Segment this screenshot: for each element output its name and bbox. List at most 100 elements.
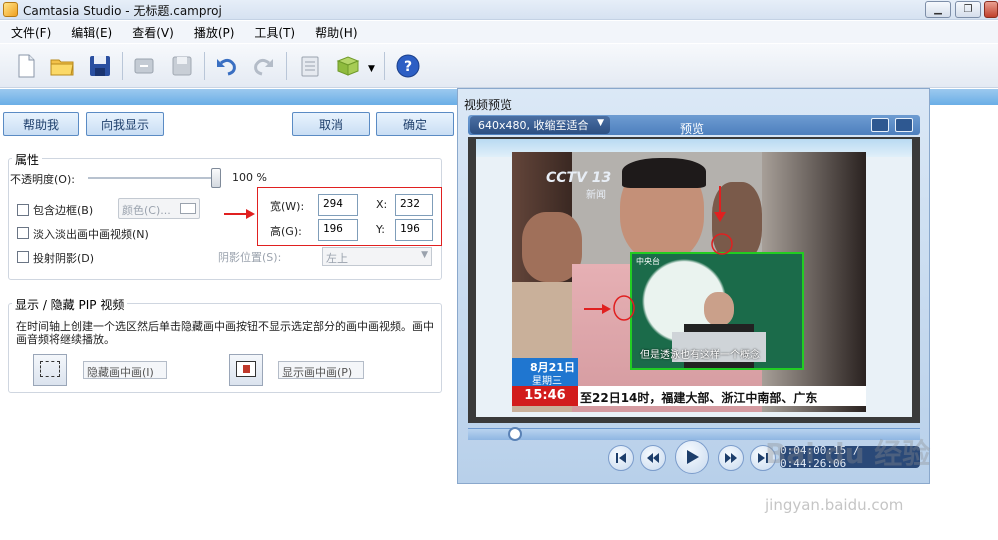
menu-view[interactable]: 查看(V) [129, 22, 177, 43]
pip-logo: 中央台 [636, 257, 660, 266]
pip-subtitle: 但是透泳也有这样一个概念 [640, 350, 760, 361]
show-pip-icon[interactable] [229, 354, 263, 386]
person-center-hair [622, 158, 706, 188]
annotation-arrow-right-icon [584, 304, 611, 314]
show-pip-label: 显示画中画(P) [282, 366, 353, 379]
video-frame: CCTV 13 新闻 8月21日 星期三 15:46 至22日14时，福建大部、… [512, 152, 866, 412]
menu-tools[interactable]: 工具(T) [251, 22, 298, 43]
opacity-value: 100 % [232, 171, 267, 184]
annotation-circle-top-icon [711, 233, 733, 255]
fade-checkbox[interactable] [17, 227, 29, 239]
hide-pip-label: 隐藏画中画(I) [87, 366, 154, 379]
ticker-time: 15:46 [512, 386, 578, 406]
shadow-position-label: 阴影位置(S): [218, 251, 282, 264]
color-button-label: 颜色(C)... [122, 204, 171, 217]
resolution-value: 640x480, 收缩至适合 [478, 119, 589, 132]
menu-bar: 文件(F) 编辑(E) 查看(V) 播放(P) 工具(T) 帮助(H) [0, 21, 998, 43]
help-me-button[interactable]: 帮助我 [3, 112, 79, 136]
fade-checkbox-label: 淡入淡出画中画视频(N) [33, 228, 149, 241]
show-pip-button[interactable]: 显示画中画(P) [278, 361, 364, 379]
clipboard-icon[interactable] [296, 52, 324, 80]
properties-group-label: 属性 [12, 151, 43, 168]
height-field[interactable]: 196 [318, 219, 358, 241]
width-label: 宽(W): [270, 200, 305, 213]
skip-start-icon [616, 453, 626, 463]
play-icon [687, 450, 699, 464]
fast-forward-button[interactable] [718, 445, 744, 471]
preview-panel-title: 视频预览 [464, 98, 513, 112]
news-ticker: 15:46 至22日14时，福建大部、浙江中南部、广东 [512, 386, 866, 406]
fast-forward-icon [725, 453, 737, 463]
preview-label: 预览 [680, 122, 705, 136]
detach-window-icon[interactable] [895, 118, 913, 132]
display-hide-description: 在时间轴上创建一个选区然后单击隐藏画中画按钮不显示选定部分的画中画视频。画中画音… [16, 320, 434, 346]
color-button[interactable]: 颜色(C)... [118, 198, 200, 219]
redo-icon[interactable] [250, 52, 278, 80]
hide-pip-button[interactable]: 隐藏画中画(I) [83, 361, 167, 379]
toolbar-separator [122, 52, 123, 80]
export-icon[interactable] [130, 52, 158, 80]
toolbar-separator [384, 52, 385, 80]
rewind-icon [647, 453, 659, 463]
annotation-arrow-down-icon [714, 186, 726, 222]
display-hide-group [8, 303, 442, 393]
opacity-label: 不透明度(O): [10, 173, 75, 186]
produce-dropdown-arrow-icon[interactable]: ▼ [368, 64, 375, 74]
camtasia-app-icon [3, 2, 18, 17]
window-title: Camtasia Studio - 无标题.camproj [23, 4, 222, 18]
ok-button[interactable]: 确定 [376, 112, 454, 136]
y-field[interactable]: 196 [395, 219, 433, 241]
cancel-button[interactable]: 取消 [292, 112, 370, 136]
menu-file[interactable]: 文件(F) [8, 22, 54, 43]
play-button[interactable] [675, 440, 709, 474]
pip-video[interactable]: 中央台 但是透泳也有这样一个概念 [630, 252, 804, 370]
pip-presenter-head [704, 292, 734, 326]
border-checkbox[interactable] [17, 204, 29, 216]
save-disabled-icon[interactable] [168, 52, 196, 80]
x-field[interactable]: 232 [395, 194, 433, 216]
maximize-button[interactable]: ❐ [955, 1, 981, 18]
show-me-button[interactable]: 向我显示 [86, 112, 164, 136]
date-box: 8月21日 星期三 [512, 358, 578, 387]
video-preview-panel: 视频预览 640x480, 收缩至适合 ▼ 预览 CCTV 13 新闻 8月21… [457, 88, 930, 484]
fit-screen-icon[interactable] [871, 118, 889, 132]
opacity-slider-thumb[interactable] [211, 168, 221, 188]
shadow-checkbox-label: 投射阴影(D) [33, 252, 95, 265]
ticker-text: 至22日14时，福建大部、浙江中南部、广东 [580, 391, 818, 405]
opacity-slider-track[interactable] [88, 177, 220, 179]
chevron-down-icon: ▼ [597, 118, 604, 128]
border-checkbox-label: 包含边框(B) [33, 204, 94, 217]
x-label: X: [376, 198, 388, 211]
seek-knob[interactable] [508, 427, 522, 441]
channel-logo: CCTV 13 [546, 170, 612, 186]
resolution-dropdown[interactable]: 640x480, 收缩至适合 ▼ [470, 116, 610, 134]
y-label: Y: [376, 223, 385, 236]
save-icon[interactable] [86, 52, 114, 80]
hide-pip-icon[interactable] [33, 354, 67, 386]
color-swatch [180, 203, 196, 214]
width-field[interactable]: 294 [318, 194, 358, 216]
annotation-circle-left-icon [613, 295, 635, 321]
rewind-button[interactable] [640, 445, 666, 471]
weekday-text: 星期三 [532, 376, 562, 387]
new-file-icon[interactable] [12, 52, 40, 80]
menu-help[interactable]: 帮助(H) [312, 22, 360, 43]
shadow-position-value: 左上 [326, 252, 348, 265]
title-bar: Camtasia Studio - 无标题.camproj ▁ ❐ [0, 0, 998, 20]
annotation-arrow-icon [224, 209, 255, 219]
svg-text:?: ? [404, 59, 412, 75]
shadow-checkbox[interactable] [17, 251, 29, 263]
baidu-watermark: Bai du 经验 [765, 437, 931, 470]
produce-icon[interactable] [334, 52, 362, 80]
menu-edit[interactable]: 编辑(E) [68, 22, 115, 43]
shadow-position-select[interactable]: 左上 ▼ [322, 247, 432, 266]
help-icon[interactable]: ? [394, 52, 422, 80]
skip-to-start-button[interactable] [608, 445, 634, 471]
undo-icon[interactable] [212, 52, 240, 80]
minimize-button[interactable]: ▁ [925, 1, 951, 18]
height-label: 高(G): [270, 225, 302, 238]
open-folder-icon[interactable] [48, 52, 76, 80]
chevron-down-icon: ▼ [421, 250, 428, 260]
close-button[interactable] [984, 1, 998, 18]
menu-play[interactable]: 播放(P) [191, 22, 238, 43]
